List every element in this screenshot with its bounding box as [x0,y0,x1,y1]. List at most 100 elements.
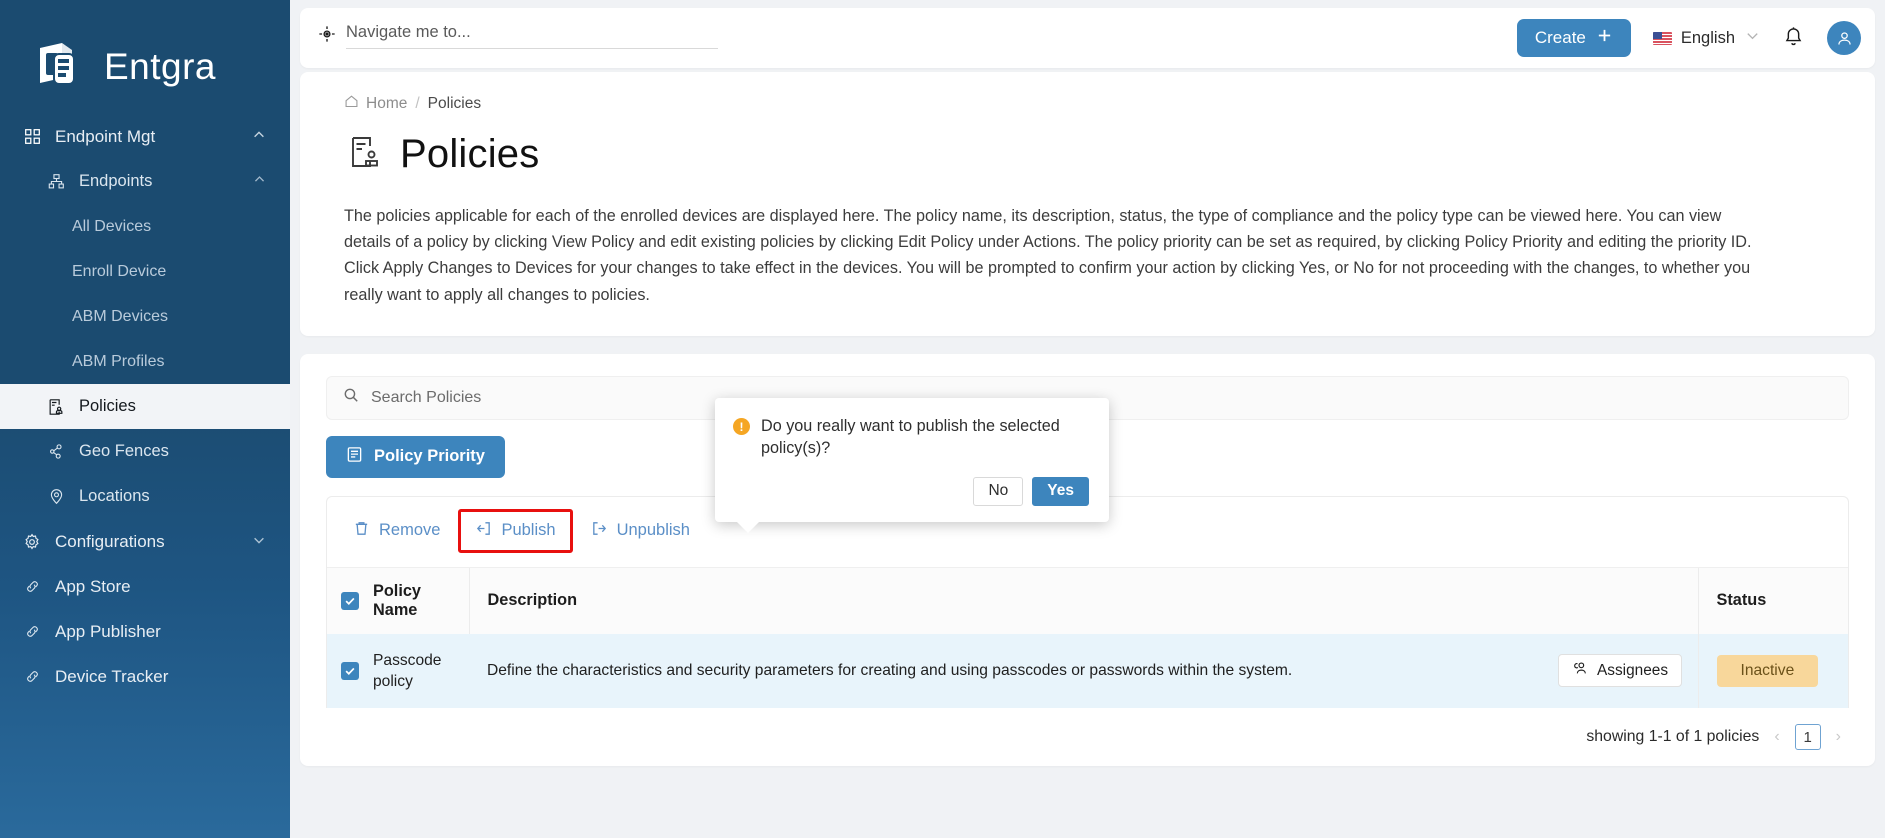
sidebar-item-label: Device Tracker [55,667,169,686]
sidebar-item-app-store[interactable]: App Store [0,564,290,609]
sidebar-item-enroll-device[interactable]: Enroll Device [0,249,290,294]
topbar: Create English [300,8,1875,68]
pagination-summary: showing 1-1 of 1 policies [1586,728,1760,746]
popover-no-button[interactable]: No [973,476,1024,506]
warning-icon: ! [733,418,750,435]
language-selector[interactable]: English [1652,27,1761,49]
chevron-left-icon[interactable]: ‹ [1772,728,1781,746]
policy-priority-button[interactable]: Policy Priority [326,435,505,478]
table-body: Passcode policy Define the characteristi… [327,633,1848,709]
navigate-input-wrap[interactable] [346,23,718,49]
unpublish-icon [591,520,608,542]
publish-confirm-popover: ! Do you really want to publish the sele… [715,398,1109,533]
search-icon [343,387,359,408]
breadcrumb-home[interactable]: Home [344,94,407,114]
location-pin-icon [46,487,66,507]
navigate-search[interactable] [318,23,718,53]
popover-message-row: ! Do you really want to publish the sele… [733,416,1089,460]
navigate-input[interactable] [346,23,718,42]
create-button[interactable]: Create [1516,19,1631,57]
sidebar-item-endpoints[interactable]: Endpoints [0,159,290,204]
popover-message: Do you really want to publish the select… [761,417,1060,457]
table-head: Policy Name Description Status [327,567,1848,634]
select-all-checkbox[interactable] [341,591,359,610]
main-area: Create English [290,0,1885,838]
policy-description-text: Define the characteristics and security … [487,661,1293,679]
brand[interactable]: Entgra [0,0,290,108]
sidebar-item-label: Enroll Device [72,262,167,280]
bell-icon[interactable] [1783,26,1805,50]
page-title: Policies [348,132,1835,177]
sidebar-item-all-devices[interactable]: All Devices [0,204,290,249]
sitemap-icon [46,172,66,192]
sidebar-item-geo-fences[interactable]: Geo Fences [0,429,290,474]
sidebar-item-device-tracker[interactable]: Device Tracker [0,654,290,699]
breadcrumb-separator: / [415,95,420,112]
cell-status: Inactive [1697,633,1848,709]
publish-button[interactable]: Publish [458,508,573,553]
sidebar-item-label: App Publisher [55,622,161,641]
column-policy-name: Policy Name [373,567,469,634]
chevron-down-icon[interactable] [252,532,266,552]
sidebar-item-label: ABM Devices [72,307,169,325]
remove-button[interactable]: Remove [341,513,452,549]
chevron-right-icon[interactable]: › [1834,728,1843,746]
page-header-card: Home / Policies Policies The policies ap… [300,72,1875,336]
app-root: Entgra Endpoint Mgt Endpoints All Device… [0,0,1885,838]
cell-policy-name: Passcode policy [373,633,469,709]
popover-buttons: No Yes [733,476,1089,506]
remove-label: Remove [379,521,441,540]
link-icon [22,622,42,642]
chevron-down-icon [1744,27,1761,49]
column-description: Description [468,567,1558,634]
link-icon [22,577,42,597]
publish-label: Publish [501,521,556,540]
unpublish-label: Unpublish [616,521,690,540]
popover-yes-button[interactable]: Yes [1032,476,1089,506]
create-label: Create [1534,28,1586,47]
sidebar-item-policies[interactable]: Policies [0,384,290,429]
sidebar-item-abm-devices[interactable]: ABM Devices [0,294,290,339]
chevron-up-icon[interactable] [253,172,266,191]
home-icon [344,94,359,114]
plus-icon [1596,27,1613,49]
row-checkbox[interactable] [341,661,359,680]
sidebar-item-label: Policies [79,397,136,416]
sidebar: Entgra Endpoint Mgt Endpoints All Device… [0,0,290,838]
sidebar-item-app-publisher[interactable]: App Publisher [0,609,290,654]
unpublish-button[interactable]: Unpublish [579,513,702,549]
breadcrumb-home-label: Home [366,95,408,112]
breadcrumb-current: Policies [427,95,482,112]
chevron-up-icon[interactable] [252,127,266,147]
link-icon [22,667,42,687]
trash-icon [353,520,370,542]
table-row[interactable]: Passcode policy Define the characteristi… [327,633,1848,709]
sidebar-item-label: ABM Profiles [72,352,165,370]
priority-list-icon [346,446,363,468]
page-title-text: Policies [400,132,540,176]
sidebar-item-abm-profiles[interactable]: ABM Profiles [0,339,290,384]
sidebar-item-locations[interactable]: Locations [0,474,290,519]
grid-icon [22,127,42,147]
sidebar-item-label: All Devices [72,217,152,235]
language-label: English [1680,28,1735,47]
sidebar-item-label: App Store [55,577,131,596]
page-number-1[interactable]: 1 [1794,724,1821,751]
table-header-row: Policy Name Description Status [327,567,1848,634]
cell-description: Define the characteristics and security … [469,633,1558,709]
sidebar-item-endpoint-mgt[interactable]: Endpoint Mgt [0,114,290,159]
policy-name-text: Passcode policy [373,651,442,690]
breadcrumb: Home / Policies [340,94,1835,114]
column-actions [1558,567,1698,634]
sidebar-item-label: Locations [79,487,150,506]
topbar-right: Create English [1516,19,1861,57]
sidebar-item-configurations[interactable]: Configurations [0,519,290,564]
sidebar-item-label: Endpoints [79,172,153,191]
assignees-button[interactable]: Assignees [1558,654,1683,688]
brand-name: Entgra [104,46,217,87]
sidebar-item-label: Endpoint Mgt [55,127,156,146]
select-all-cell [327,567,373,634]
status-badge: Inactive [1716,654,1819,687]
page-description: The policies applicable for each of the … [344,207,1752,304]
avatar[interactable] [1827,21,1861,55]
